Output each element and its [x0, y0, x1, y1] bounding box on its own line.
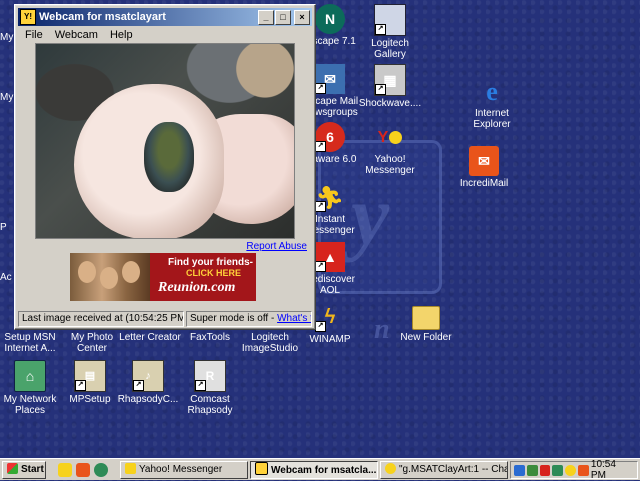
incredimail-icon: ✉ [469, 146, 499, 176]
taskbar-button-label: Webcam for msatcla... [271, 465, 377, 476]
tray-aol-icon[interactable] [539, 464, 551, 476]
edge-label: My [0, 32, 14, 43]
close-button[interactable]: × [294, 10, 310, 25]
video-beads [144, 122, 194, 192]
whats-this-link[interactable]: What's this? [277, 313, 311, 324]
taskbar-button-webcam[interactable]: Webcam for msatcla... [250, 461, 378, 479]
taskbar-button-label: Yahoo! Messenger [139, 464, 223, 475]
desktop-icon-incredimail[interactable]: ✉ IncrediMail [448, 146, 520, 189]
menu-file[interactable]: File [19, 27, 49, 43]
edge-label: My [0, 92, 14, 103]
mpsetup-icon: ▤ ↗ [74, 360, 106, 392]
desktop-icon-label: Shockwave.... [358, 98, 422, 109]
ad-photo [70, 253, 150, 301]
maximize-button[interactable]: □ [275, 10, 291, 25]
rhapsody-icon: ♪ ↗ [132, 360, 164, 392]
desktop-icon-logitech-gallery[interactable]: ↗ Logitech Gallery [354, 4, 426, 60]
internet-explorer-icon: e [486, 76, 498, 106]
webcam-window[interactable]: Y! Webcam for msatclayart _ □ × File Web… [14, 4, 316, 330]
tray-incredimail-icon[interactable] [578, 464, 589, 476]
tray-yahoo-icon[interactable] [565, 464, 577, 476]
status-last-image: Last image received at (10:54:25 PM) [18, 311, 184, 327]
system-tray: 10:54 PM [510, 459, 638, 481]
adaware-icon: 6 ↗ [315, 122, 345, 152]
msn-watermark-n: n [374, 314, 390, 345]
comcast-icon: R ↗ [194, 360, 226, 392]
taskbar-button-label: "g.MSATClayArt:1 -- Chat [399, 464, 508, 475]
desktop-icon-comcast-rhapsody[interactable]: R ↗ Comcast Rhapsody [174, 360, 246, 416]
webcam-titlebar[interactable]: Y! Webcam for msatclayart _ □ × [18, 8, 312, 26]
aim-icon: 🏃︎ ↗ [315, 182, 345, 212]
tray-network-icon[interactable] [526, 464, 538, 476]
webcam-title: Webcam for msatclayart [39, 11, 166, 23]
tray-speaker-icon[interactable] [514, 464, 525, 476]
netscape-icon: N [315, 4, 345, 34]
desktop-icon-label: New Folder [400, 332, 452, 343]
webcam-video-frame [35, 43, 295, 239]
desktop-icon-shockwave[interactable]: ▦ ↗ Shockwave.... [354, 64, 426, 109]
webcam-menubar: File Webcam Help [19, 27, 139, 43]
winamp-icon: ϟ ↗ [315, 302, 345, 332]
desktop-icon-label: IncrediMail [459, 178, 509, 189]
start-button[interactable]: Start [2, 461, 46, 479]
webcam-app-icon: Y! [20, 9, 36, 25]
chat-icon [385, 463, 396, 474]
status-super-mode-text: Super mode is off - [190, 313, 275, 324]
tray-n-icon[interactable] [552, 464, 564, 476]
desktop-icon-label: Logitech ImageStudio [241, 332, 299, 354]
taskbar-button-yahoo-messenger[interactable]: Yahoo! Messenger [120, 461, 248, 479]
yahoo-icon [125, 463, 136, 474]
mail-icon: ✉ ↗ [315, 64, 345, 94]
ad-click-here: CLICK HERE [186, 268, 242, 278]
yahoo-icon: Y [375, 122, 405, 152]
desktop-icon-label: Comcast Rhapsody [187, 394, 233, 416]
taskbar-clock[interactable]: 10:54 PM [591, 459, 633, 481]
ad-brand: Reunion.com [158, 280, 236, 295]
desktop-icon-yahoo-messenger[interactable]: Y Yahoo! Messenger [354, 122, 426, 176]
taskbar-button-chat[interactable]: "g.MSATClayArt:1 -- Chat [380, 461, 508, 479]
quicklaunch-incredimail-icon[interactable] [76, 463, 90, 477]
desktop-icon-label: Internet Explorer [473, 108, 511, 130]
video-background-object [236, 44, 294, 106]
desktop-icon-new-folder[interactable]: New Folder [390, 302, 462, 343]
menu-webcam[interactable]: Webcam [49, 27, 104, 43]
webcam-icon [255, 462, 268, 475]
taskbar: Start Yahoo! Messenger Webcam for msatcl… [0, 458, 640, 481]
reunion-ad-banner[interactable]: Find your friends- CLICK HERE Reunion.co… [70, 253, 256, 301]
minimize-button[interactable]: _ [258, 10, 274, 25]
desktop-icon-label: Logitech Gallery [371, 38, 409, 60]
desktop-icon-label: Yahoo! Messenger [365, 154, 415, 176]
menu-help[interactable]: Help [104, 27, 139, 43]
quicklaunch-yahoo-icon[interactable] [58, 463, 72, 477]
quicklaunch-media-icon[interactable] [94, 463, 108, 477]
edge-label: P [0, 222, 7, 233]
webcam-statusbar: Last image received at (10:54:25 PM) Sup… [18, 311, 312, 327]
desktop-icon-internet-explorer[interactable]: e Internet Explorer [456, 76, 528, 130]
gallery-icon: ↗ [374, 4, 406, 36]
report-abuse-link[interactable]: Report Abuse [246, 241, 307, 252]
ad-headline: Find your friends- [168, 257, 253, 268]
start-label: Start [21, 464, 44, 475]
status-super-mode: Super mode is off - What's this? [186, 311, 312, 327]
edge-label: Ac [0, 272, 12, 283]
network-icon: ⌂ [14, 360, 46, 392]
folder-icon [412, 306, 440, 330]
shockwave-icon: ▦ ↗ [374, 64, 406, 96]
aol-icon: ▲ ↗ [315, 242, 345, 272]
windows-logo-icon [7, 463, 18, 474]
